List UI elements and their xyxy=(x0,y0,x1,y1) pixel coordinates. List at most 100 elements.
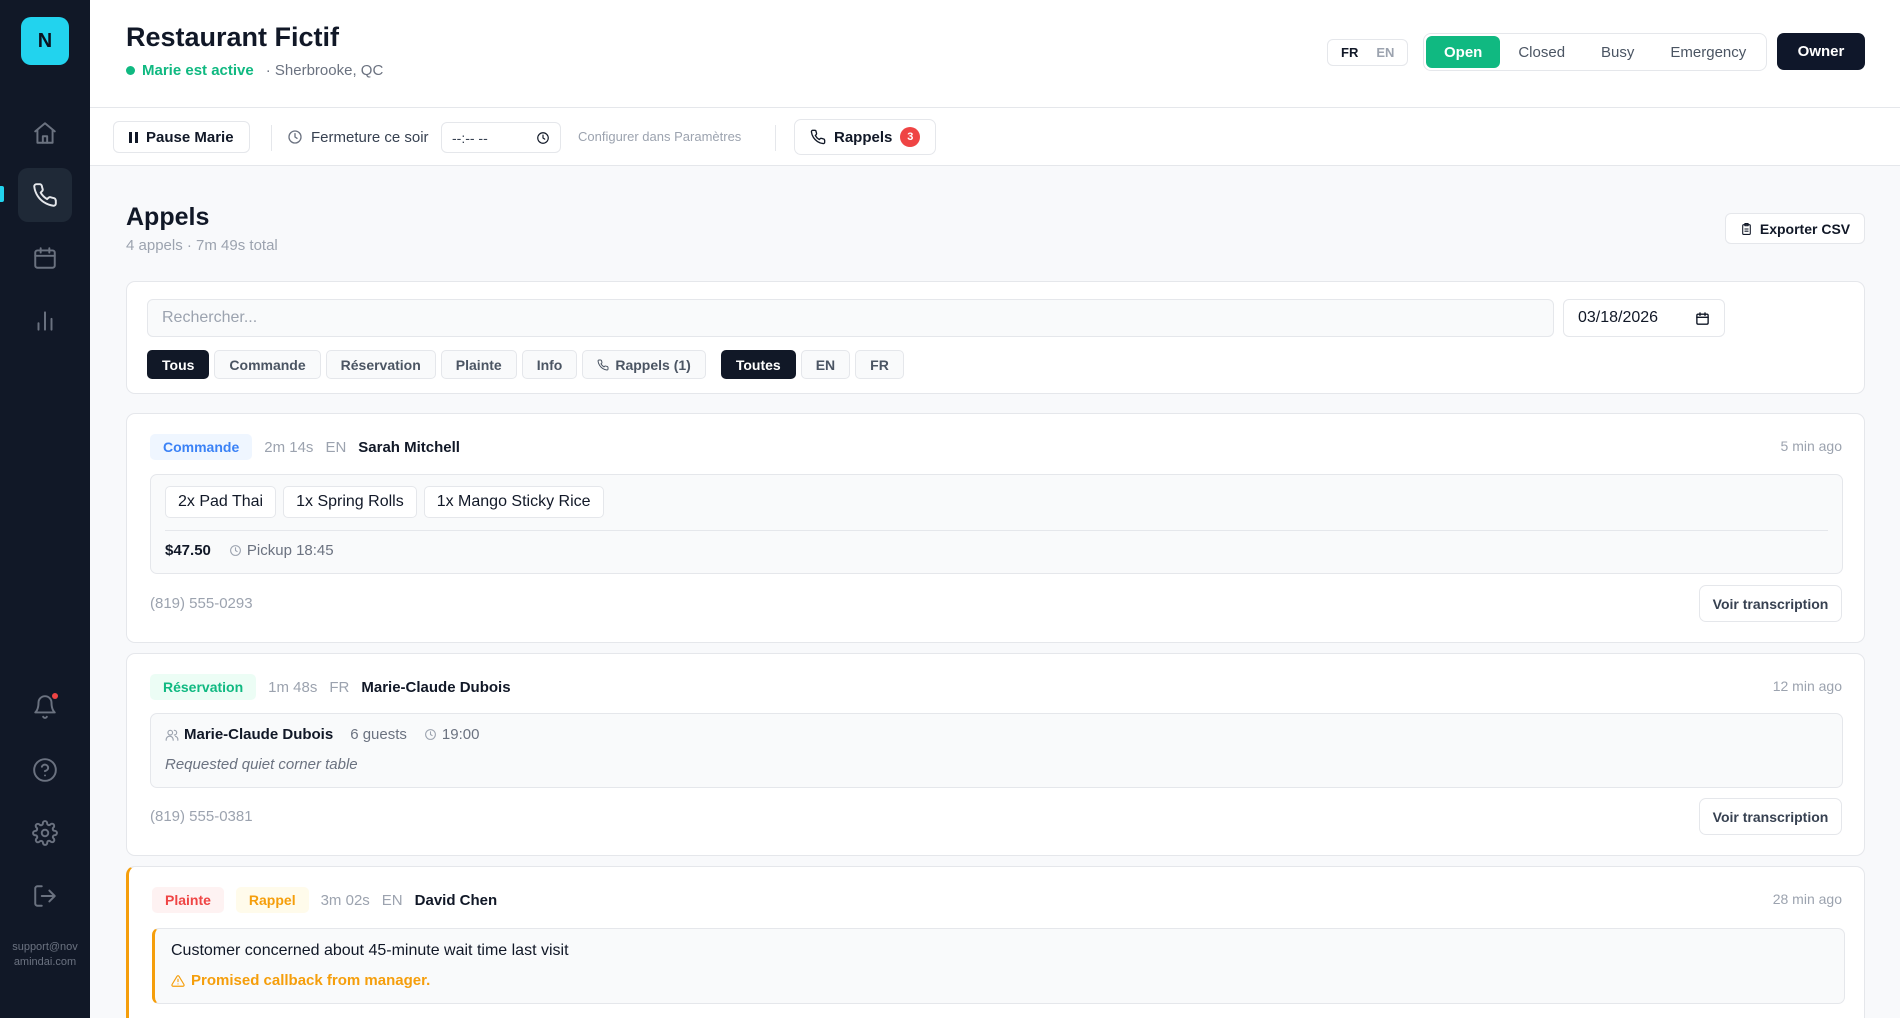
caller-name: Sarah Mitchell xyxy=(358,438,460,456)
call-language: EN xyxy=(325,438,347,456)
nav-settings[interactable] xyxy=(18,806,72,860)
call-duration: 1m 48s xyxy=(268,678,318,696)
call-card-order[interactable]: Commande 2m 14s EN Sarah Mitchell 5 min … xyxy=(126,413,1865,643)
users-icon xyxy=(165,729,179,741)
status-dot xyxy=(126,66,135,75)
caller-phone: (819) 555-0293 xyxy=(150,595,253,612)
filter-lang-fr[interactable]: FR xyxy=(855,350,904,379)
calls-summary: 4 appels · 7m 49s total xyxy=(126,237,278,254)
restaurant-title: Restaurant Fictif xyxy=(126,22,340,52)
call-time-ago: 12 min ago xyxy=(1772,678,1842,694)
nav-calls[interactable] xyxy=(18,168,72,222)
clock-icon xyxy=(424,729,436,740)
lang-fr[interactable]: FR xyxy=(1332,45,1367,60)
caller-name: David Chen xyxy=(414,891,498,909)
app-logo[interactable]: N xyxy=(21,17,69,65)
caller-name: Marie-Claude Dubois xyxy=(361,678,511,696)
reservation-time-label: 19:00 xyxy=(441,726,480,743)
filter-callbacks[interactable]: Rappels (1) xyxy=(582,350,706,379)
notification-dot xyxy=(52,693,58,699)
agent-status: Marie est active xyxy=(142,62,254,79)
complaint-details: Customer concerned about 45-minute wait … xyxy=(152,928,1845,1004)
nav-help[interactable] xyxy=(18,743,72,797)
filter-reservation[interactable]: Réservation xyxy=(325,350,436,379)
filter-chips: Tous Commande Réservation Plainte Info R… xyxy=(147,350,904,379)
clipboard-icon xyxy=(1742,222,1751,235)
closing-tonight: Fermeture ce soir xyxy=(287,121,429,153)
call-header: Réservation 1m 48s FR Marie-Claude Duboi… xyxy=(150,674,511,700)
clock-icon xyxy=(288,130,302,144)
view-transcript-button[interactable]: Voir transcription xyxy=(1699,585,1842,622)
restaurant-status-group: Open Closed Busy Emergency xyxy=(1423,33,1768,71)
active-nav-indicator xyxy=(0,186,4,202)
bar-chart-icon xyxy=(37,311,53,331)
status-open-button[interactable]: Open xyxy=(1426,36,1501,68)
filter-order[interactable]: Commande xyxy=(214,350,321,379)
callback-note: Promised callback from manager. xyxy=(171,972,430,989)
callback-note-label: Promised callback from manager. xyxy=(191,972,431,989)
status-emergency-button[interactable]: Emergency xyxy=(1652,36,1764,68)
calendar-icon xyxy=(34,247,56,269)
configure-hint[interactable]: Configurer dans Paramètres xyxy=(578,129,741,144)
divider xyxy=(775,125,776,151)
nav-calendar[interactable] xyxy=(18,231,72,285)
status-busy-button[interactable]: Busy xyxy=(1583,36,1652,68)
pause-label: Pause Marie xyxy=(146,128,234,146)
location: · Sherbrooke, QC xyxy=(265,62,384,79)
callbacks-button[interactable]: Rappels 3 xyxy=(794,119,937,155)
clock-icon xyxy=(537,131,549,144)
order-item: 1x Mango Sticky Rice xyxy=(423,486,604,518)
call-duration: 3m 02s xyxy=(320,891,370,909)
call-header: Plainte Rappel 3m 02s EN David Chen xyxy=(152,887,497,913)
complaint-summary: Customer concerned about 45-minute wait … xyxy=(171,942,569,959)
call-duration: 2m 14s xyxy=(264,438,314,456)
reservation-summary: Marie-Claude Dubois 6 guests 19:00 xyxy=(165,726,479,743)
order-summary: $47.50 Pickup 18:45 xyxy=(165,542,334,559)
owner-button[interactable]: Owner xyxy=(1777,33,1865,70)
lang-en[interactable]: EN xyxy=(1367,45,1403,60)
gear-icon xyxy=(32,820,58,846)
call-language: FR xyxy=(329,678,350,696)
pause-agent-button[interactable]: Pause Marie xyxy=(113,121,250,153)
order-items: 2x Pad Thai 1x Spring Rolls 1x Mango Sti… xyxy=(165,486,604,518)
date-picker[interactable]: 03/18/2026 xyxy=(1563,299,1725,337)
caller-phone: (819) 555-0381 xyxy=(150,808,253,825)
call-time-ago: 28 min ago xyxy=(1772,891,1842,907)
filter-info[interactable]: Info xyxy=(521,350,578,379)
reservation-time: 19:00 xyxy=(424,726,480,743)
call-type-badge: Réservation xyxy=(150,674,257,700)
closing-label: Fermeture ce soir xyxy=(311,128,429,146)
view-transcript-button[interactable]: Voir transcription xyxy=(1699,798,1842,835)
filter-lang-all[interactable]: Toutes xyxy=(720,350,796,379)
export-csv-button[interactable]: Exporter CSV xyxy=(1725,213,1865,244)
nav-home[interactable] xyxy=(18,106,72,160)
home-icon xyxy=(34,122,56,144)
status-closed-button[interactable]: Closed xyxy=(1500,36,1583,68)
nav-notifications[interactable] xyxy=(18,680,72,734)
reservation-details: Marie-Claude Dubois 6 guests 19:00 Reque… xyxy=(150,713,1843,788)
callbacks-count-badge: 3 xyxy=(900,127,921,147)
filter-complaint[interactable]: Plainte xyxy=(440,350,517,379)
closing-time-input[interactable]: --:-- -- xyxy=(441,122,561,153)
nav-analytics[interactable] xyxy=(18,294,72,348)
filter-all[interactable]: Tous xyxy=(147,350,210,379)
clock-icon xyxy=(229,545,241,556)
nav-logout[interactable] xyxy=(18,869,72,923)
call-type-badge: Commande xyxy=(150,434,253,460)
order-item: 1x Spring Rolls xyxy=(283,486,417,518)
call-card-reservation[interactable]: Réservation 1m 48s FR Marie-Claude Duboi… xyxy=(126,653,1865,856)
call-card-complaint[interactable]: Plainte Rappel 3m 02s EN David Chen 28 m… xyxy=(126,866,1865,1018)
language-toggle: FR EN xyxy=(1327,39,1409,66)
calendar-icon xyxy=(1696,311,1709,325)
order-details: 2x Pad Thai 1x Spring Rolls 1x Mango Sti… xyxy=(150,474,1843,574)
divider xyxy=(165,530,1828,531)
pause-icon xyxy=(129,131,138,143)
agent-status-line: Marie est active · Sherbrooke, QC xyxy=(126,62,383,79)
order-item: 2x Pad Thai xyxy=(165,486,277,518)
search-input[interactable]: Rechercher... xyxy=(147,299,1554,337)
call-time-ago: 5 min ago xyxy=(1780,438,1842,454)
phone-icon xyxy=(810,129,826,145)
filter-lang-en[interactable]: EN xyxy=(800,350,851,379)
warning-icon xyxy=(171,974,185,987)
toolbar: Pause Marie Fermeture ce soir --:-- -- C… xyxy=(90,108,1900,166)
